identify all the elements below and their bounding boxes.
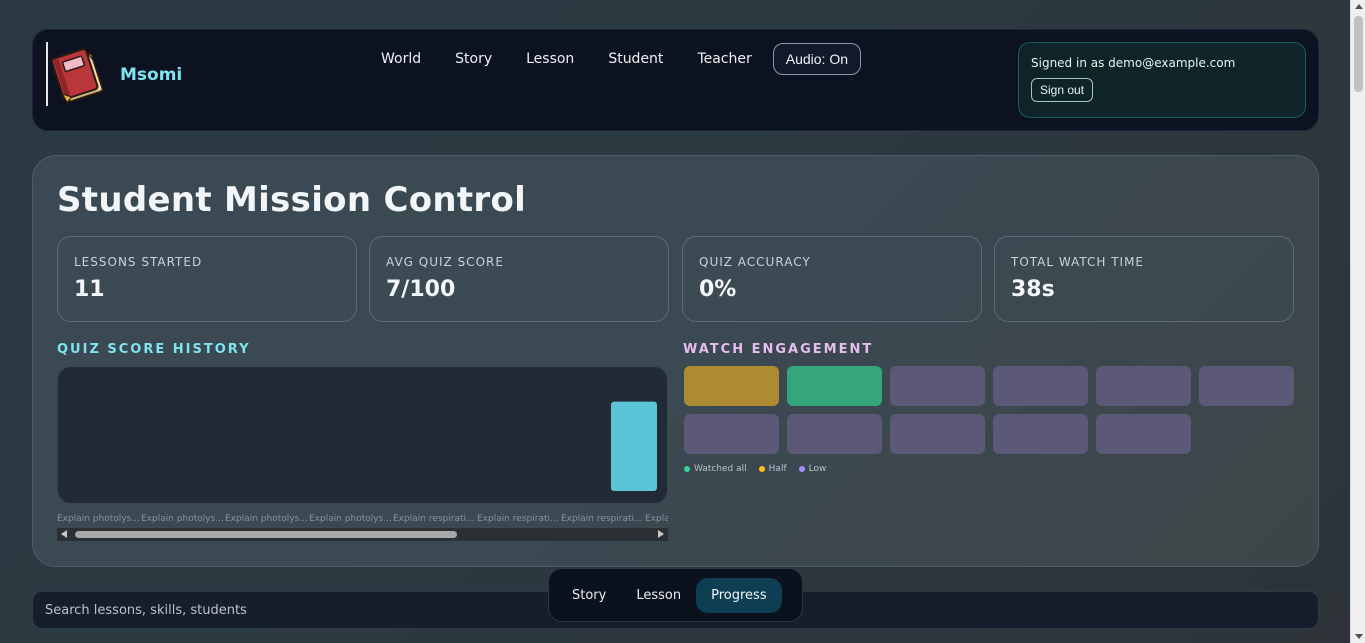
engagement-tile-low[interactable]: [1199, 366, 1294, 406]
scrollbar-thumb[interactable]: [1354, 16, 1363, 92]
page-vertical-scrollbar[interactable]: [1350, 0, 1365, 643]
signed-in-text: Signed in as demo@example.com: [1031, 56, 1236, 70]
engagement-legend: Watched all Half Low: [684, 464, 838, 474]
legend-label: Low: [808, 464, 827, 474]
nav-lesson[interactable]: Lesson: [509, 45, 591, 73]
stat-value: 0%: [699, 277, 737, 302]
legend-label: Watched all: [694, 464, 747, 474]
engagement-tile-low[interactable]: [684, 414, 779, 454]
chart-x-tick-label: Explain photolys...: [141, 514, 224, 524]
tab-lesson[interactable]: Lesson: [621, 578, 696, 613]
page: Msomi World Story Lesson Student Teacher…: [0, 0, 1350, 643]
scroll-up-icon[interactable]: [1355, 4, 1363, 9]
stat-value: 38s: [1011, 277, 1055, 302]
stat-card-total-watch-time: TOTAL WATCH TIME 38s: [994, 236, 1294, 322]
stat-card-lessons-started: LESSONS STARTED 11: [57, 236, 357, 322]
nav-student[interactable]: Student: [591, 45, 680, 73]
chart-x-labels: Explain photolys...Explain photolys...Ex…: [57, 514, 668, 526]
top-header: Msomi World Story Lesson Student Teacher…: [32, 29, 1319, 131]
legend-item-half: Half: [758, 464, 787, 474]
nav-story[interactable]: Story: [438, 45, 509, 73]
book-icon: [50, 42, 112, 106]
chart-x-tick-label: Explain photolys...: [309, 514, 392, 524]
stat-label: LESSONS STARTED: [74, 255, 203, 269]
tab-progress[interactable]: Progress: [696, 577, 782, 613]
page-title: Student Mission Control: [57, 180, 527, 220]
engagement-tile-half[interactable]: [684, 366, 779, 406]
chart-x-tick-label: Explain photolys...: [225, 514, 308, 524]
engagement-tile-low[interactable]: [890, 366, 985, 406]
brand[interactable]: Msomi: [46, 42, 182, 106]
nav-world[interactable]: World: [364, 45, 438, 73]
engagement-tile-low[interactable]: [993, 414, 1088, 454]
engagement-tile-low[interactable]: [1096, 366, 1191, 406]
legend-dot: [758, 466, 765, 472]
watch-engagement-heading: WATCH ENGAGEMENT: [683, 342, 874, 357]
stat-label: QUIZ ACCURACY: [699, 255, 811, 269]
legend-dot: [684, 466, 690, 472]
legend-item-watched-all: Watched all: [684, 464, 747, 474]
legend-item-low: Low: [798, 464, 827, 474]
quiz-score-chart: [57, 366, 668, 504]
mission-control-panel: Student Mission Control LESSONS STARTED …: [32, 155, 1319, 567]
stat-card-avg-quiz-score: AVG QUIZ SCORE 7/100: [369, 236, 669, 322]
legend-label: Half: [768, 464, 787, 474]
quiz-score-bar: [611, 401, 657, 491]
sign-out-button[interactable]: Sign out: [1031, 78, 1094, 102]
brand-name: Msomi: [120, 65, 183, 85]
quiz-score-chart-svg: [611, 401, 657, 491]
chart-x-tick-label: Explain respirati...: [561, 514, 643, 524]
tab-story[interactable]: Story: [557, 578, 621, 613]
stat-value: 7/100: [386, 277, 456, 302]
scroll-down-icon[interactable]: [1355, 634, 1363, 639]
main-nav: World Story Lesson Student Teacher Audio…: [364, 43, 862, 75]
scrollbar-thumb[interactable]: [75, 531, 457, 538]
audio-toggle-button[interactable]: Audio: On: [772, 43, 862, 75]
stat-card-quiz-accuracy: QUIZ ACCURACY 0%: [682, 236, 982, 322]
chart-x-tick-label: Explain photolys...: [57, 514, 140, 524]
scroll-left-icon[interactable]: [61, 530, 67, 538]
engagement-tile-low[interactable]: [890, 414, 985, 454]
brand-divider: [46, 42, 48, 106]
nav-teacher[interactable]: Teacher: [680, 45, 768, 73]
engagement-tile-low[interactable]: [787, 414, 882, 454]
bottom-tab-bar: Story Lesson Progress: [548, 568, 803, 622]
stat-value: 11: [74, 277, 105, 302]
scroll-right-icon[interactable]: [658, 530, 664, 538]
signin-panel: Signed in as demo@example.com Sign out: [1018, 42, 1306, 118]
engagement-tile-low[interactable]: [993, 366, 1088, 406]
stat-label: TOTAL WATCH TIME: [1011, 255, 1145, 269]
engagement-tile-watched[interactable]: [787, 366, 882, 406]
chart-x-tick-label: Expla: [645, 514, 668, 524]
stat-label: AVG QUIZ SCORE: [386, 255, 504, 269]
chart-x-tick-label: Explain respirati...: [477, 514, 559, 524]
engagement-tile-low[interactable]: [1096, 414, 1191, 454]
chart-x-tick-label: Explain respirati...: [393, 514, 475, 524]
quiz-score-history-heading: QUIZ SCORE HISTORY: [57, 342, 251, 357]
legend-dot: [798, 466, 805, 472]
chart-horizontal-scrollbar[interactable]: [57, 528, 668, 541]
